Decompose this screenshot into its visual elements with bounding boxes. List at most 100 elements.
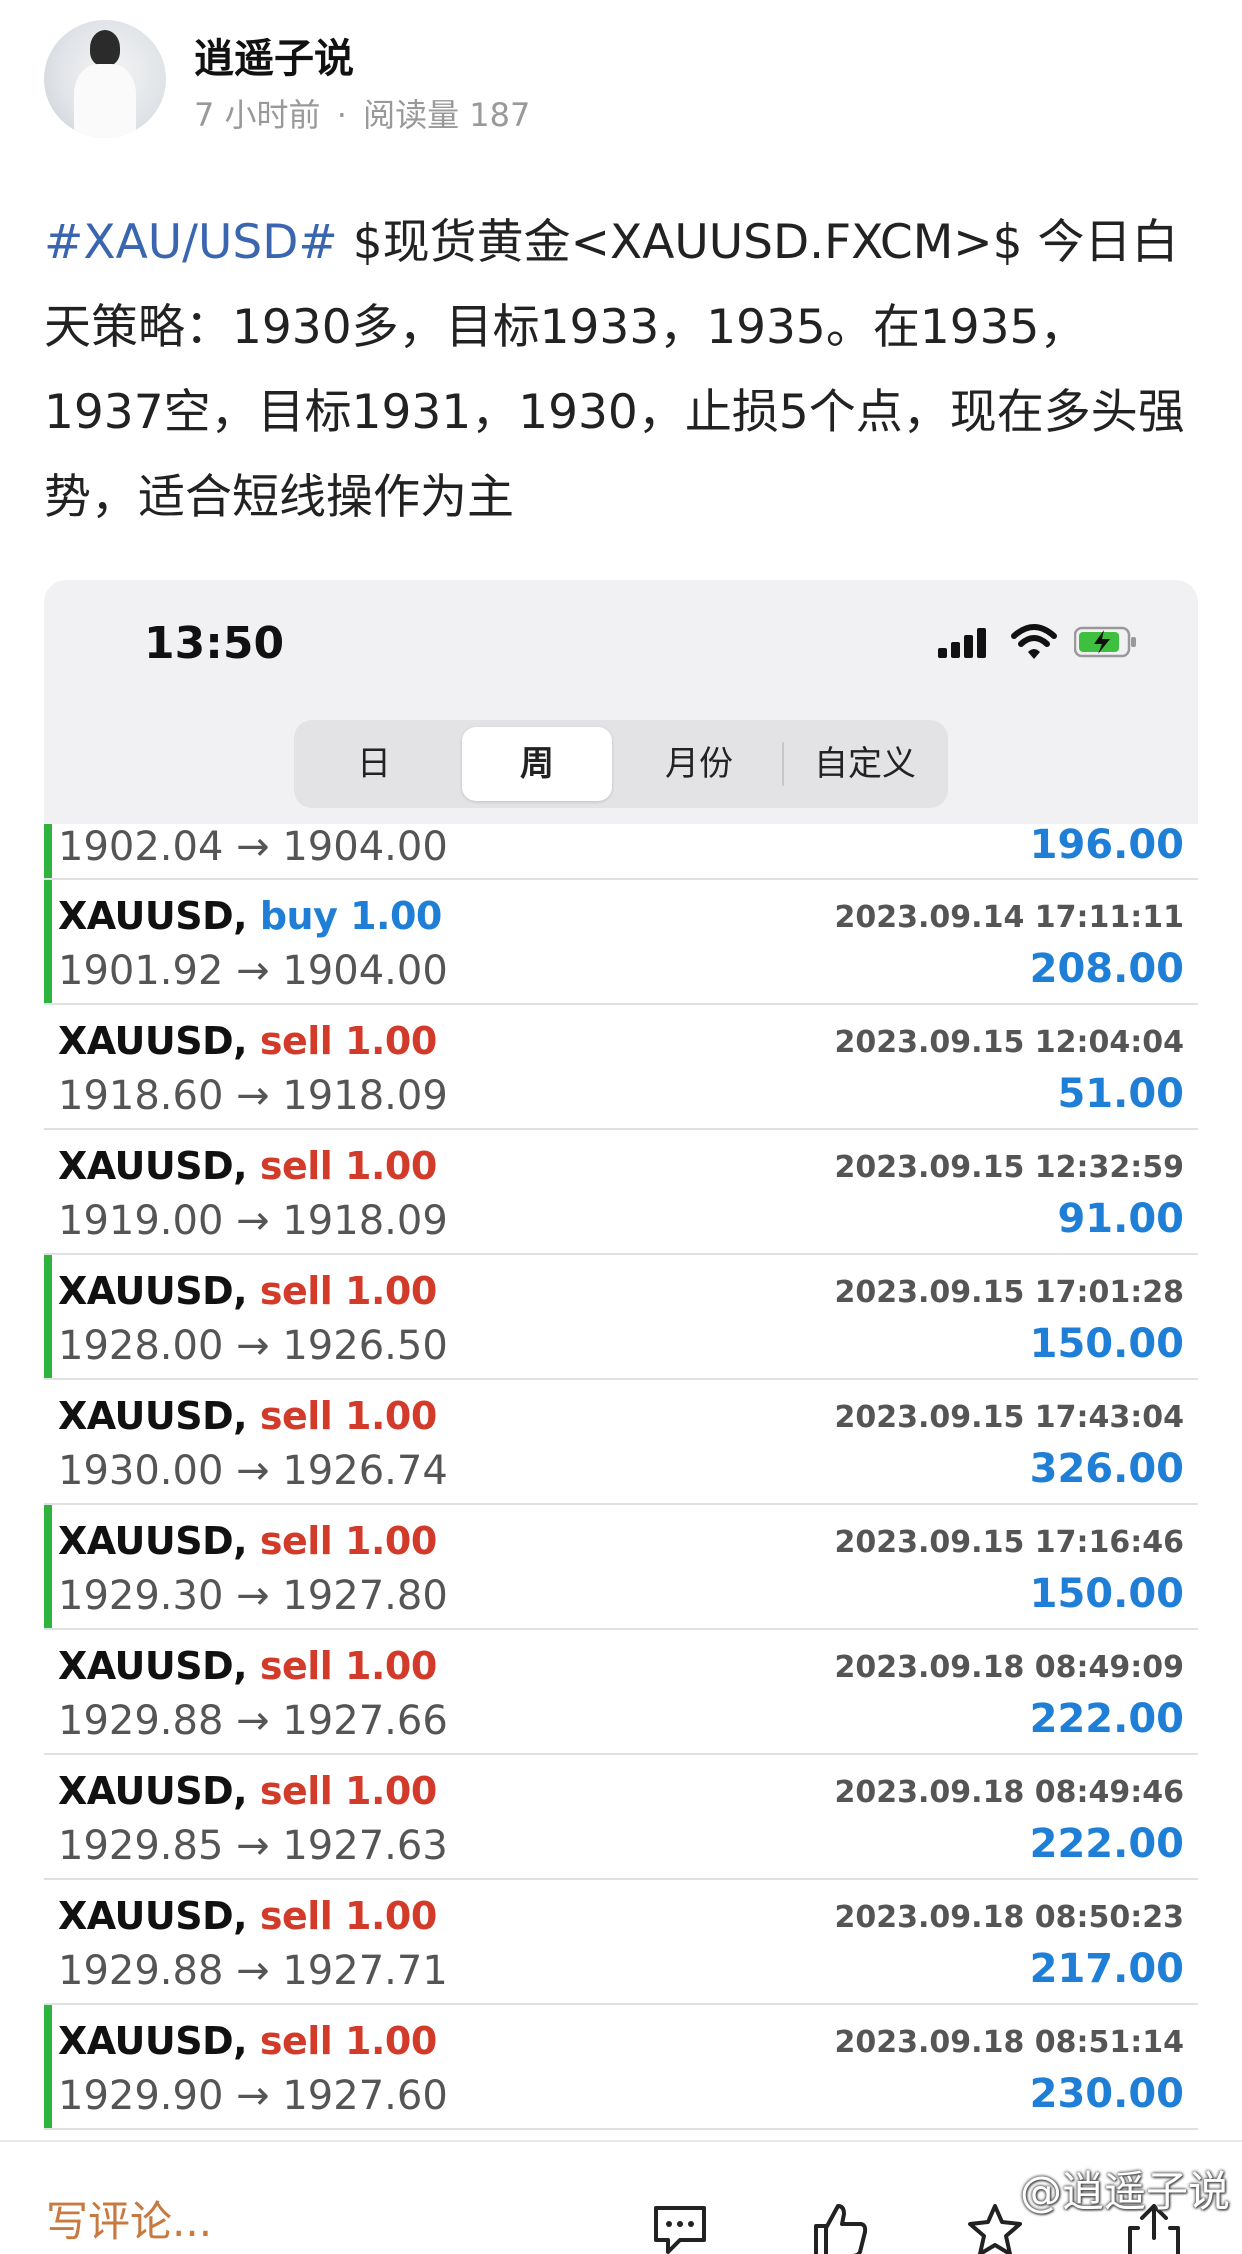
- bottom-action-bar: 写评论... @逍遥子说: [0, 2140, 1242, 2254]
- trade-time: 2023.09.15 12:32:59: [834, 1150, 1184, 1185]
- trade-side: sell 1.00: [260, 1519, 437, 1563]
- trade-prices: 1929.85 → 1927.63: [58, 1823, 448, 1869]
- segment-custom[interactable]: 自定义: [790, 727, 940, 801]
- row-marker: [44, 1505, 52, 1628]
- trade-profit: 150.00: [1029, 1571, 1184, 1617]
- trade-profit: 196.00: [1029, 822, 1184, 868]
- post-meta: 7 小时前 · 阅读量 187: [194, 90, 530, 136]
- reads-count: 187: [469, 96, 531, 134]
- trade-time: 2023.09.15 17:43:04: [834, 1400, 1184, 1435]
- trade-side: sell 1.00: [260, 1394, 437, 1438]
- trade-volume: 1.00: [345, 1394, 437, 1438]
- trade-profit: 222.00: [1029, 1696, 1184, 1742]
- author-header: 逍遥子说 7 小时前 · 阅读量 187: [44, 20, 1194, 140]
- screenshot-header: 13:50 日 周 月份 自定义: [44, 580, 1198, 824]
- segment-month[interactable]: 月份: [624, 727, 774, 801]
- symbol-name: XAUUSD,: [58, 1019, 248, 1063]
- trade-prices: 1930.00 → 1926.74: [58, 1448, 448, 1494]
- star-icon[interactable]: [965, 2202, 1025, 2254]
- trade-prices: 1918.60 → 1918.09: [58, 1073, 448, 1119]
- trade-time: 2023.09.15 17:01:28: [834, 1275, 1184, 1310]
- post-body: #XAU/USD# $现货黄金<XAUUSD.FXCM>$ 今日白天策略：193…: [44, 200, 1204, 540]
- trade-prices: 1902.04 → 1904.00: [58, 824, 448, 870]
- segment-day[interactable]: 日: [300, 727, 448, 801]
- trade-volume: 1.00: [345, 1769, 437, 1813]
- meta-separator: ·: [336, 96, 347, 134]
- embedded-screenshot[interactable]: 13:50 日 周 月份 自定义 1902.04 → 1904.00 196.0…: [44, 580, 1198, 2140]
- side-label: sell: [259, 1019, 333, 1063]
- comment-input[interactable]: 写评论...: [46, 2188, 212, 2249]
- trade-volume: 1.00: [345, 2019, 437, 2063]
- wifi-icon: [1011, 624, 1057, 659]
- like-icon[interactable]: [810, 2202, 870, 2254]
- row-marker: [44, 880, 52, 1003]
- row-marker: [44, 824, 52, 878]
- segment-week[interactable]: 周: [462, 727, 612, 801]
- trade-row[interactable]: XAUUSD, sell 1.00 2023.09.15 17:01:28 19…: [44, 1255, 1198, 1380]
- watermark: @逍遥子说: [1019, 2167, 1230, 2216]
- trade-symbol: XAUUSD, sell 1.00: [58, 1519, 437, 1563]
- symbol-name: XAUUSD,: [58, 1769, 248, 1813]
- trade-volume: 1.00: [345, 1519, 437, 1563]
- symbol-name: XAUUSD,: [58, 2019, 248, 2063]
- trade-row[interactable]: XAUUSD, sell 1.00 2023.09.18 08:49:46 19…: [44, 1755, 1198, 1880]
- trade-symbol: XAUUSD, sell 1.00: [58, 1769, 437, 1813]
- trade-volume: 1.00: [345, 1144, 437, 1188]
- trade-volume: 1.00: [345, 1894, 437, 1938]
- trade-row[interactable]: XAUUSD, sell 1.00 2023.09.18 08:51:14 19…: [44, 2005, 1198, 2130]
- trade-volume: 1.00: [345, 1019, 437, 1063]
- period-segment-control: 日 周 月份 自定义: [294, 720, 948, 808]
- symbol-name: XAUUSD,: [58, 1519, 248, 1563]
- side-label: sell: [259, 1769, 333, 1813]
- comment-icon[interactable]: [650, 2202, 710, 2254]
- trade-time: 2023.09.15 12:04:04: [834, 1025, 1184, 1060]
- trade-row-partial[interactable]: 1902.04 → 1904.00 196.00: [44, 822, 1198, 880]
- trade-profit: 230.00: [1029, 2071, 1184, 2117]
- battery-charging-icon: [1074, 626, 1136, 658]
- symbol-name: XAUUSD,: [58, 1894, 248, 1938]
- author-name[interactable]: 逍遥子说: [194, 26, 354, 84]
- side-label: sell: [259, 1519, 333, 1563]
- trade-row[interactable]: XAUUSD, sell 1.00 2023.09.15 17:43:04 19…: [44, 1380, 1198, 1505]
- trade-side: sell 1.00: [260, 1644, 437, 1688]
- symbol-name: XAUUSD,: [58, 1269, 248, 1313]
- trade-row[interactable]: XAUUSD, buy 1.00 2023.09.14 17:11:11 190…: [44, 880, 1198, 1005]
- trade-prices: 1929.88 → 1927.71: [58, 1948, 448, 1994]
- avatar[interactable]: [44, 20, 166, 138]
- trade-time: 2023.09.18 08:50:23: [834, 1900, 1184, 1935]
- side-label: sell: [259, 1894, 333, 1938]
- trade-side: sell 1.00: [260, 1019, 437, 1063]
- trade-prices: 1919.00 → 1918.09: [58, 1198, 448, 1244]
- trade-symbol: XAUUSD, sell 1.00: [58, 1144, 437, 1188]
- trade-prices: 1929.88 → 1927.66: [58, 1698, 448, 1744]
- trade-row[interactable]: XAUUSD, sell 1.00 2023.09.18 08:49:09 19…: [44, 1630, 1198, 1755]
- trade-volume: 1.00: [345, 1644, 437, 1688]
- segment-divider: [782, 742, 784, 786]
- trade-prices: 1928.00 → 1926.50: [58, 1323, 448, 1369]
- trade-prices: 1929.30 → 1927.80: [58, 1573, 448, 1619]
- side-label: sell: [259, 1644, 333, 1688]
- trade-side: sell 1.00: [260, 1894, 437, 1938]
- trade-profit: 326.00: [1029, 1446, 1184, 1492]
- avatar-hair: [90, 30, 120, 66]
- trade-volume: 1.00: [350, 894, 442, 938]
- trade-row[interactable]: XAUUSD, sell 1.00 2023.09.15 17:16:46 19…: [44, 1505, 1198, 1630]
- trade-symbol: XAUUSD, sell 1.00: [58, 2019, 437, 2063]
- trade-row[interactable]: XAUUSD, sell 1.00 2023.09.15 12:04:04 19…: [44, 1005, 1198, 1130]
- trade-symbol: XAUUSD, sell 1.00: [58, 1269, 437, 1313]
- trade-symbol: XAUUSD, buy 1.00: [58, 894, 442, 938]
- trade-profit: 217.00: [1029, 1946, 1184, 1992]
- status-icons: [938, 620, 1142, 664]
- trade-profit: 91.00: [1057, 1196, 1184, 1242]
- symbol-name: XAUUSD,: [58, 1144, 248, 1188]
- side-label: sell: [259, 1269, 333, 1313]
- trade-row[interactable]: XAUUSD, sell 1.00 2023.09.15 12:32:59 19…: [44, 1130, 1198, 1255]
- trade-side: sell 1.00: [260, 1269, 437, 1313]
- trade-row[interactable]: XAUUSD, sell 1.00 2023.09.18 08:50:23 19…: [44, 1880, 1198, 2005]
- trade-profit: 51.00: [1057, 1071, 1184, 1117]
- trade-side: buy 1.00: [260, 894, 443, 938]
- trade-profit: 208.00: [1029, 946, 1184, 992]
- symbol-name: XAUUSD,: [58, 1644, 248, 1688]
- trade-prices: 1901.92 → 1904.00: [58, 948, 448, 994]
- post-hashtag[interactable]: #XAU/USD#: [44, 215, 338, 270]
